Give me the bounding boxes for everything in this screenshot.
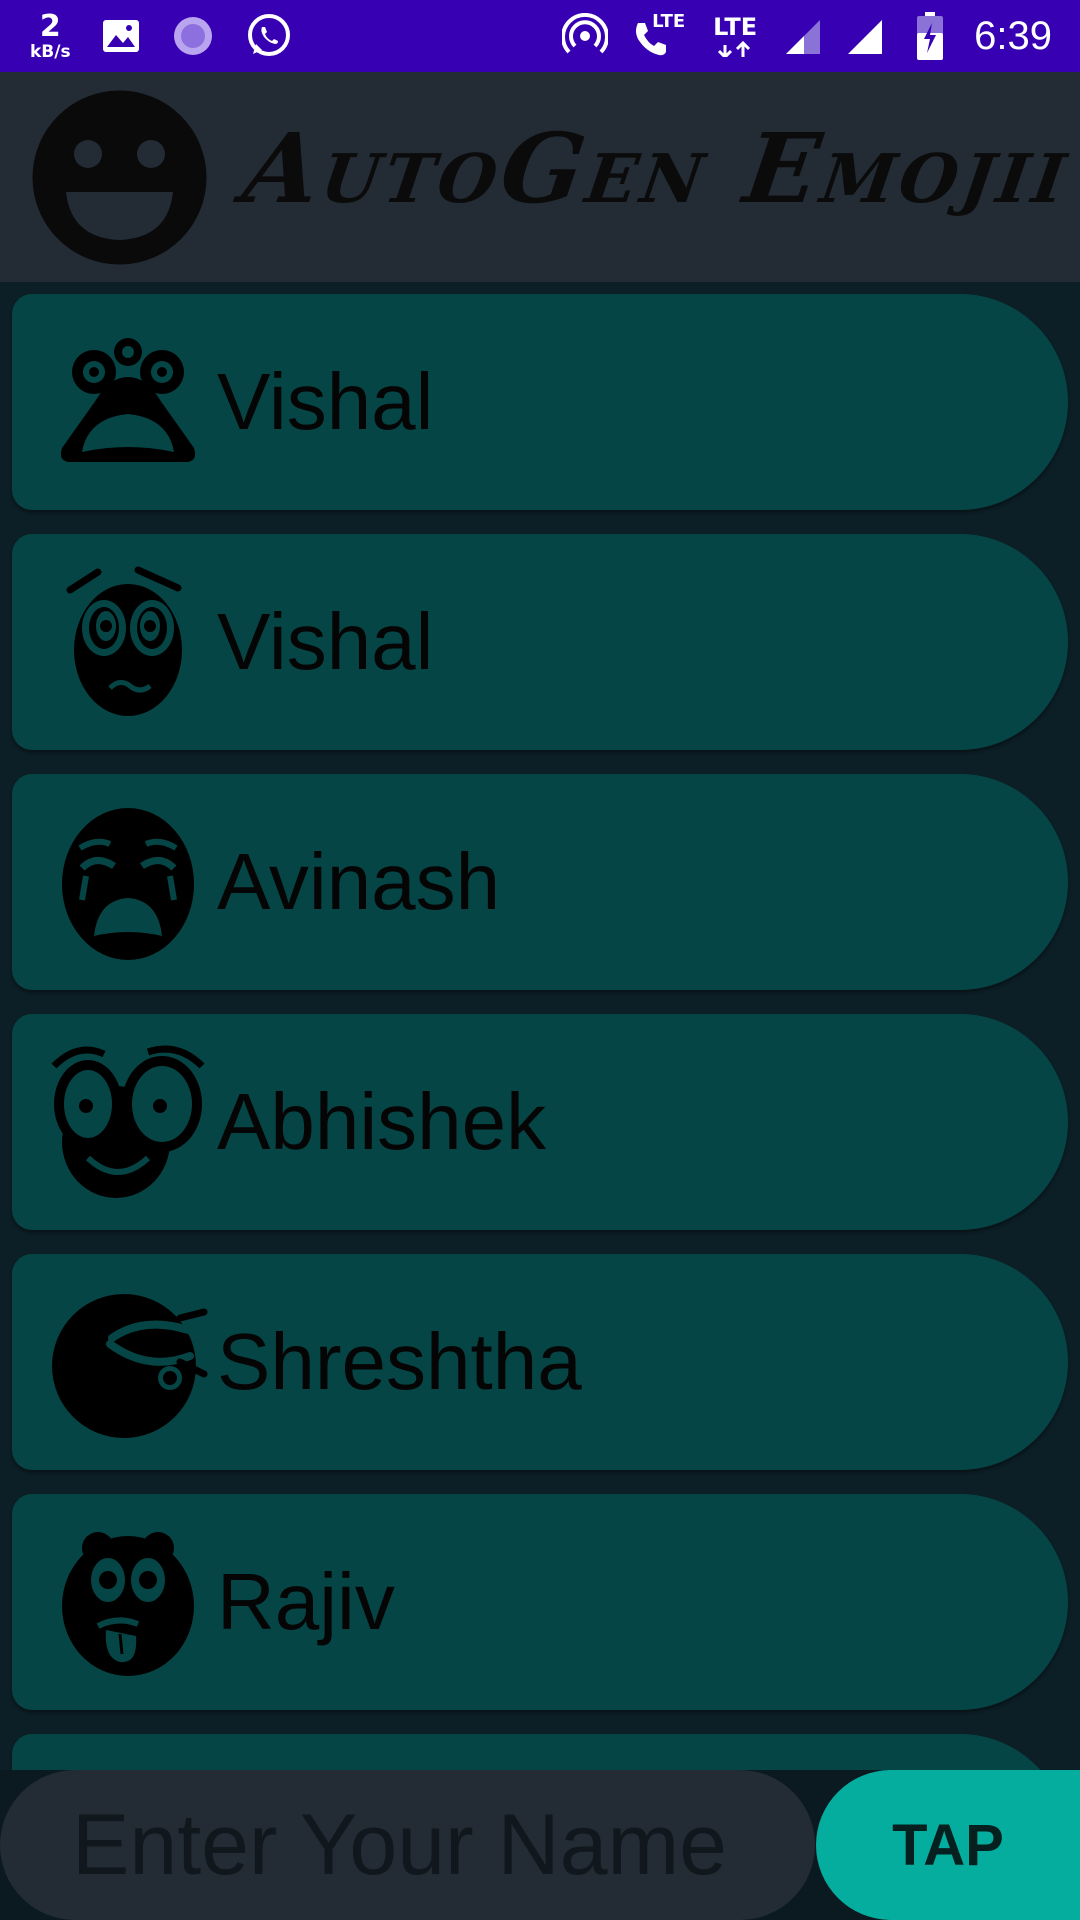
network-speed-value: 2	[39, 8, 61, 44]
dizzy-face-icon	[48, 1282, 208, 1442]
contact-card[interactable]: Rajiv	[12, 1494, 1068, 1710]
contact-name: Shreshtha	[217, 1317, 582, 1406]
contact-name: Avinash	[217, 837, 501, 926]
contact-card[interactable]: Shreshtha	[12, 1254, 1068, 1470]
app-title: AutoGen Emojii	[237, 112, 1078, 225]
tap-button[interactable]: TAP	[816, 1770, 1080, 1920]
lte-data-label: LTE	[713, 13, 758, 41]
status-bar-right: LTE LTE 6:39	[562, 0, 1052, 72]
crying-face-icon	[48, 802, 208, 962]
surprised-face-icon	[48, 1042, 208, 1202]
lte-data-icon: LTE	[710, 15, 760, 57]
partial-face-icon	[48, 1762, 208, 1770]
network-speed-unit: kB/s	[30, 41, 71, 62]
contact-name: Vishal	[217, 597, 434, 686]
frog-face-icon	[48, 322, 208, 482]
volte-label: LTE	[652, 11, 686, 32]
signal-full-icon	[844, 16, 884, 56]
clock: 6:39	[974, 13, 1052, 58]
list-item: Rajiv	[0, 1482, 1080, 1722]
contact-list[interactable]: Vishal Vishal Avinash Abhishek Shreshtha…	[0, 282, 1080, 1770]
contact-card[interactable]: Abhishek	[12, 1014, 1068, 1230]
contact-name: Abhishek	[217, 1077, 547, 1166]
battery-charging-icon	[916, 11, 944, 61]
list-item: Abhishek	[0, 1002, 1080, 1242]
worried-face-icon	[48, 562, 208, 722]
list-item: Shreshtha	[0, 1242, 1080, 1482]
app-header: AutoGen Emojii	[0, 72, 1080, 282]
list-item: Vishal	[0, 522, 1080, 762]
image-icon	[101, 16, 141, 56]
list-item: Vishal	[0, 282, 1080, 522]
bottom-bar: TAP	[0, 1770, 1080, 1920]
volte-call-icon: LTE	[630, 11, 688, 61]
smiley-logo-icon	[32, 90, 207, 265]
status-bar-left: 2 kB/s	[30, 0, 293, 72]
tongue-out-face-icon	[48, 1522, 208, 1682]
list-item: Avinash	[0, 762, 1080, 1002]
signal-icon	[782, 16, 822, 56]
name-input[interactable]	[0, 1770, 815, 1920]
contact-card[interactable]	[12, 1734, 1068, 1770]
contact-card[interactable]: Avinash	[12, 774, 1068, 990]
whatsapp-icon	[245, 12, 293, 60]
contact-card[interactable]: Vishal	[12, 294, 1068, 510]
network-speed: 2 kB/s	[30, 8, 71, 62]
contact-card[interactable]: Vishal	[12, 534, 1068, 750]
status-bar: 2 kB/s LTE LTE 6:39	[0, 0, 1080, 72]
contact-name: Rajiv	[217, 1557, 395, 1646]
hotspot-icon	[562, 13, 609, 59]
contact-name: Vishal	[217, 357, 434, 446]
loading-icon	[171, 14, 215, 58]
list-item	[0, 1722, 1080, 1770]
